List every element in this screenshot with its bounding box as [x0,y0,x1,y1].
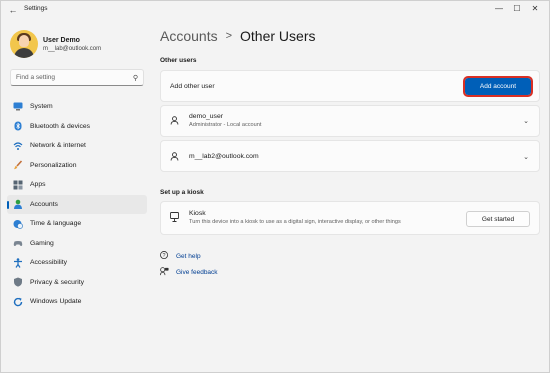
person-icon [170,116,179,127]
breadcrumb: Accounts > Other Users [160,28,316,44]
clock-globe-icon [13,219,23,229]
sidebar-item-gaming[interactable]: Gaming [7,234,147,254]
profile-email: m__lab@outlook.com [43,45,102,52]
title-bar: ← Settings — ☐ ✕ [1,1,549,19]
sidebar-item-bluetooth[interactable]: Bluetooth & devices [7,117,147,137]
add-account-button[interactable]: Add account [463,76,533,97]
get-help-link[interactable]: ? Get help [160,251,201,262]
user-profile[interactable]: User Demo m__lab@outlook.com [10,28,101,60]
give-feedback-label[interactable]: Give feedback [176,269,218,276]
apps-icon [13,180,23,190]
user-name: m__lab2@outlook.com [189,153,259,160]
kiosk-description: Turn this device into a kiosk to use as … [189,219,401,225]
breadcrumb-separator: > [225,30,233,42]
sidebar-item-label: Accessibility [30,259,68,267]
sidebar-nav: System Bluetooth & devices Network & int… [7,97,147,312]
shield-icon [13,277,23,287]
profile-name: User Demo [43,36,80,44]
give-feedback-link[interactable]: Give feedback [160,267,218,278]
kiosk-icon [170,212,179,224]
chevron-down-icon[interactable]: ⌄ [523,117,529,125]
user-subtitle: Administrator - Local account [189,122,262,128]
sidebar-item-label: Accounts [30,200,58,208]
sidebar-item-network[interactable]: Network & internet [7,136,147,156]
bluetooth-icon [13,121,23,131]
settings-window: ← Settings — ☐ ✕ User Demo m__lab@outloo… [0,0,550,373]
monitor-icon [13,102,23,112]
add-other-user-card: Add other user Add account [160,70,540,102]
wifi-icon [13,141,23,151]
breadcrumb-parent[interactable]: Accounts [160,28,218,44]
add-other-user-label: Add other user [170,83,215,90]
sidebar-item-label: Network & internet [30,142,86,150]
chevron-down-icon[interactable]: ⌄ [523,153,529,161]
person-icon [13,199,23,210]
kiosk-card: Kiosk Turn this device into a kiosk to u… [160,201,540,235]
search-placeholder: Find a setting [16,74,56,81]
section-label-other-users: Other users [160,57,197,64]
sidebar-item-label: System [30,103,53,111]
get-help-label[interactable]: Get help [176,253,201,260]
sidebar-item-label: Personalization [30,161,77,169]
sidebar-item-label: Gaming [30,239,54,247]
minimize-button[interactable]: — [492,3,506,15]
sidebar-item-label: Bluetooth & devices [30,122,91,130]
update-icon [13,297,23,307]
user-card[interactable]: demo_user Administrator - Local account … [160,105,540,137]
sidebar-item-label: Privacy & security [30,278,85,286]
sidebar-item-accounts[interactable]: Accounts [7,194,147,214]
sidebar-item-time-language[interactable]: Time & language [7,214,147,234]
app-title: Settings [24,5,48,12]
sidebar-item-windows-update[interactable]: Windows Update [7,292,147,312]
sidebar-item-privacy-security[interactable]: Privacy & security [7,273,147,293]
sidebar-item-system[interactable]: System [7,97,147,117]
get-started-button[interactable]: Get started [466,211,530,227]
accessibility-icon [13,258,23,268]
sidebar-item-label: Windows Update [30,298,82,306]
sidebar-item-apps[interactable]: Apps [7,175,147,195]
sidebar-item-label: Time & language [30,220,82,228]
person-icon [170,152,179,163]
kiosk-title: Kiosk [189,210,206,217]
section-label-kiosk: Set up a kiosk [160,189,204,196]
avatar [10,30,38,58]
search-icon[interactable]: ⚲ [133,74,138,82]
sidebar-item-accessibility[interactable]: Accessibility [7,253,147,273]
user-name: demo_user [189,113,224,120]
help-icon: ? [160,251,170,262]
brush-icon [13,160,23,170]
maximize-button[interactable]: ☐ [510,3,524,15]
svg-text:?: ? [163,253,166,259]
close-button[interactable]: ✕ [528,3,542,15]
feedback-icon [160,267,170,278]
back-arrow-icon[interactable]: ← [7,4,19,16]
user-card[interactable]: m__lab2@outlook.com ⌄ [160,140,540,172]
search-input[interactable]: Find a setting ⚲ [10,69,144,86]
page-title: Other Users [240,28,316,44]
sidebar-item-personalization[interactable]: Personalization [7,156,147,176]
gamepad-icon [13,238,23,248]
sidebar-item-label: Apps [30,181,46,189]
